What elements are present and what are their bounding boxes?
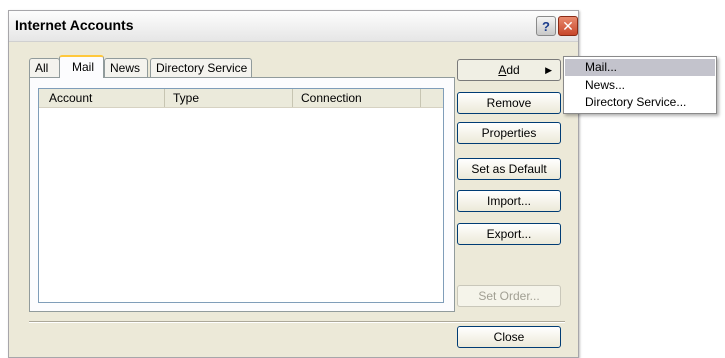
import-button[interactable]: Import... xyxy=(457,190,561,212)
tab-all[interactable]: All xyxy=(29,58,60,77)
remove-button[interactable]: Remove xyxy=(457,92,561,114)
submenu-arrow-icon: ▶ xyxy=(545,65,552,75)
column-type[interactable]: Type xyxy=(165,89,293,107)
add-submenu: Mail... News... Directory Service... xyxy=(563,56,717,114)
tab-mail[interactable]: Mail xyxy=(59,55,104,78)
export-button[interactable]: Export... xyxy=(457,223,561,245)
title-bar[interactable]: Internet Accounts ? ✕ xyxy=(9,11,578,42)
tab-panel: Account Type Connection xyxy=(29,77,455,312)
set-order-button[interactable]: Set Order... xyxy=(457,285,561,307)
divider xyxy=(29,321,565,323)
menu-item-mail[interactable]: Mail... xyxy=(565,59,715,76)
tab-news[interactable]: News xyxy=(104,58,148,77)
properties-button[interactable]: Properties xyxy=(457,122,561,144)
add-label-rest: dd xyxy=(506,63,520,77)
close-icon[interactable]: ✕ xyxy=(558,16,578,36)
help-icon[interactable]: ? xyxy=(536,16,556,36)
column-connection[interactable]: Connection xyxy=(293,89,421,107)
dialog-title: Internet Accounts xyxy=(15,17,134,33)
set-as-default-button[interactable]: Set as Default xyxy=(457,158,561,180)
tab-directory-service[interactable]: Directory Service xyxy=(150,58,252,77)
list-header: Account Type Connection xyxy=(39,89,443,108)
internet-accounts-dialog: Internet Accounts ? ✕ All Mail News Dire… xyxy=(8,10,579,358)
accounts-list[interactable]: Account Type Connection xyxy=(38,88,444,303)
add-button[interactable]: Add ▶ xyxy=(457,59,561,81)
close-button[interactable]: Close xyxy=(457,326,561,348)
menu-item-directory-service[interactable]: Directory Service... xyxy=(565,94,715,111)
column-account[interactable]: Account xyxy=(39,89,165,107)
menu-item-news[interactable]: News... xyxy=(565,77,715,94)
